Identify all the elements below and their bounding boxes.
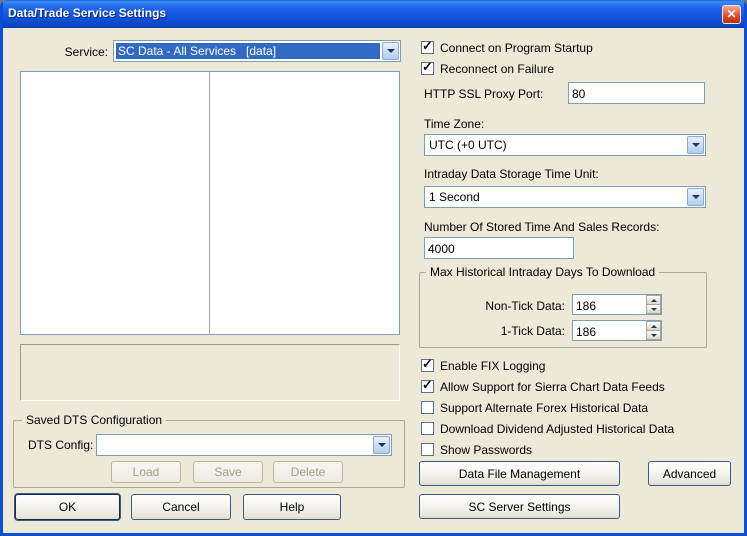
alternate-forex-checkbox[interactable]: Support Alternate Forex Historical Data — [421, 400, 648, 415]
show-passwords-checkbox[interactable]: Show Passwords — [421, 442, 532, 457]
chevron-up-icon — [650, 298, 657, 302]
checkbox-label: Reconnect on Failure — [440, 61, 555, 76]
chevron-down-icon — [691, 143, 700, 147]
service-detail-listbox[interactable] — [20, 71, 400, 335]
non-tick-input[interactable] — [573, 295, 645, 314]
storage-unit-label: Intraday Data Storage Time Unit: — [424, 167, 599, 181]
chevron-down-icon — [691, 195, 700, 199]
listbox-column-divider — [209, 72, 210, 334]
checkbox-box[interactable] — [421, 401, 434, 414]
advanced-button[interactable]: Advanced — [648, 461, 731, 486]
dts-config-value — [99, 437, 371, 453]
close-icon: ✕ — [726, 7, 737, 21]
chevron-down-icon — [650, 307, 657, 311]
timezone-label: Time Zone: — [424, 117, 485, 131]
sc-server-settings-button[interactable]: SC Server Settings — [419, 494, 620, 519]
saved-dts-configuration-group: Saved DTS Configuration DTS Config: Load… — [13, 413, 405, 488]
ok-button[interactable]: OK — [15, 494, 120, 520]
window-title: Data/Trade Service Settings — [8, 6, 167, 20]
checkbox-box[interactable] — [421, 422, 434, 435]
checkbox-label: Enable FIX Logging — [440, 358, 546, 373]
checkmark-icon: ✓ — [422, 377, 433, 392]
one-tick-spinner[interactable] — [572, 320, 662, 341]
dividend-adjusted-checkbox[interactable]: Download Dividend Adjusted Historical Da… — [421, 421, 674, 436]
checkmark-icon: ✓ — [422, 38, 433, 53]
checkbox-label: Connect on Program Startup — [440, 40, 593, 55]
spin-down-button[interactable] — [646, 304, 661, 314]
proxy-port-input[interactable] — [568, 82, 705, 104]
dts-config-select[interactable] — [96, 434, 392, 456]
enable-fix-logging-checkbox[interactable]: ✓ Enable FIX Logging — [421, 356, 546, 373]
spin-down-button[interactable] — [646, 330, 661, 340]
checkbox-box[interactable]: ✓ — [421, 59, 434, 75]
spin-up-button[interactable] — [646, 295, 661, 304]
records-label: Number Of Stored Time And Sales Records: — [424, 220, 660, 234]
save-button[interactable]: Save — [193, 461, 263, 483]
service-label: Service: — [64, 45, 108, 59]
spinner-buttons — [646, 295, 661, 314]
dts-config-dropdown-arrow-button[interactable] — [373, 436, 390, 454]
checkbox-box[interactable]: ✓ — [421, 38, 434, 54]
timezone-dropdown-arrow-button[interactable] — [687, 136, 704, 154]
chevron-down-icon — [386, 49, 395, 53]
close-button[interactable]: ✕ — [722, 5, 741, 24]
checkbox-label: Show Passwords — [440, 442, 533, 457]
chevron-down-icon — [650, 333, 657, 337]
dts-config-label: DTS Config: — [28, 438, 94, 452]
chevron-down-icon — [377, 443, 386, 447]
checkbox-box[interactable]: ✓ — [421, 377, 434, 393]
checkbox-label: Download Dividend Adjusted Historical Da… — [440, 421, 675, 436]
records-input[interactable] — [424, 237, 574, 259]
connect-on-startup-checkbox[interactable]: ✓ Connect on Program Startup — [421, 38, 593, 55]
service-description-panel — [20, 344, 400, 401]
one-tick-input[interactable] — [573, 321, 645, 340]
checkbox-box[interactable] — [421, 443, 434, 456]
saved-dts-group-label: Saved DTS Configuration — [22, 413, 167, 427]
load-button[interactable]: Load — [111, 461, 181, 483]
checkbox-box[interactable]: ✓ — [421, 356, 434, 372]
reconnect-on-failure-checkbox[interactable]: ✓ Reconnect on Failure — [421, 59, 555, 76]
non-tick-spinner[interactable] — [572, 294, 662, 315]
max-days-group: Max Historical Intraday Days To Download… — [419, 265, 707, 348]
checkmark-icon: ✓ — [422, 59, 433, 74]
timezone-select[interactable]: UTC (+0 UTC) — [424, 134, 706, 156]
non-tick-label: Non-Tick Data: — [485, 299, 565, 313]
allow-sierra-feeds-checkbox[interactable]: ✓ Allow Support for Sierra Chart Data Fe… — [421, 377, 665, 394]
checkbox-label: Allow Support for Sierra Chart Data Feed… — [440, 379, 665, 394]
help-button[interactable]: Help — [243, 494, 341, 520]
chevron-up-icon — [650, 324, 657, 328]
service-dropdown-arrow-button[interactable] — [382, 42, 399, 60]
service-selected-value: SC Data - All Services [data] — [116, 43, 380, 59]
checkmark-icon: ✓ — [422, 356, 433, 371]
timezone-value: UTC (+0 UTC) — [429, 138, 507, 152]
spin-up-button[interactable] — [646, 321, 661, 330]
title-bar[interactable]: Data/Trade Service Settings ✕ — [0, 0, 747, 28]
checkbox-label: Support Alternate Forex Historical Data — [440, 400, 649, 415]
service-select[interactable]: SC Data - All Services [data] — [113, 40, 401, 62]
proxy-port-label: HTTP SSL Proxy Port: — [424, 87, 544, 101]
data-file-management-button[interactable]: Data File Management — [419, 461, 620, 486]
storage-unit-select[interactable]: 1 Second — [424, 186, 706, 208]
data-trade-service-settings-dialog: Data/Trade Service Settings ✕ Service: S… — [0, 0, 747, 536]
one-tick-label: 1-Tick Data: — [500, 324, 565, 338]
storage-unit-dropdown-arrow-button[interactable] — [687, 188, 704, 206]
spinner-buttons — [646, 321, 661, 340]
max-days-group-label: Max Historical Intraday Days To Download — [426, 265, 660, 279]
cancel-button[interactable]: Cancel — [131, 494, 231, 520]
delete-button[interactable]: Delete — [273, 461, 343, 483]
storage-unit-value: 1 Second — [429, 190, 480, 204]
